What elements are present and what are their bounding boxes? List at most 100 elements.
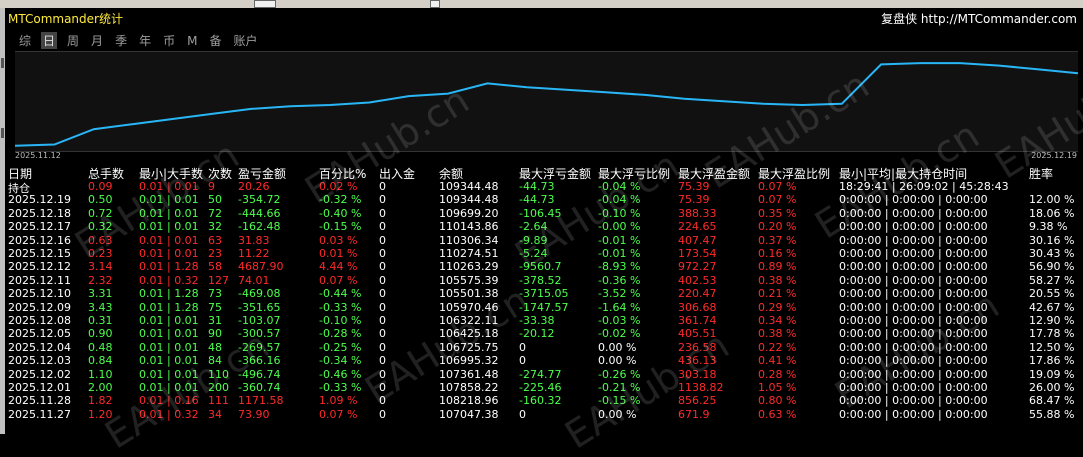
cell-minmax: 0.01 | 0.32 (139, 273, 199, 287)
cell-fpp: 0.35 % (758, 206, 797, 220)
cell-fl: -44.73 (519, 193, 555, 207)
cell-minmax: 0.01 | 1.28 (139, 260, 199, 274)
cell-win: 12.00 % (1029, 193, 1075, 207)
cell-fpp: 0.63 % (758, 407, 797, 421)
cell-minmax: 0.01 | 0.01 (139, 247, 199, 260)
cell-balance: 109344.48 (439, 193, 499, 207)
cell-fl: -5.24 (519, 247, 548, 260)
tab-9[interactable]: 账户 (231, 32, 259, 49)
cell-pnl: -162.48 (238, 220, 281, 234)
cell-count: 90 (208, 327, 222, 341)
cell-fp: 173.54 (678, 247, 717, 260)
cell-win: 30.43 % (1029, 247, 1075, 260)
cell-hold: 0:00:00 | 0:00:00 | 0:00:00 (839, 220, 988, 234)
cell-fp: 75.39 (678, 180, 710, 193)
cell-pnl: -103.07 (238, 314, 281, 327)
cell-pct: -0.32 % (319, 193, 362, 207)
cell-minmax: 0.01 | 0.01 (139, 206, 199, 220)
cell-balance: 108218.96 (439, 394, 499, 408)
cell-fpp: 0.20 % (758, 220, 797, 234)
cell-pct: 4.44 % (319, 260, 358, 274)
cell-count: 72 (208, 206, 222, 220)
cell-hold: 0:00:00 | 0:00:00 | 0:00:00 (839, 247, 988, 260)
cell-count: 48 (208, 340, 222, 354)
cell-fpp: 0.89 % (758, 260, 797, 274)
cell-fp: 1138.82 (678, 381, 724, 394)
cell-fpp: 1.05 % (758, 381, 797, 394)
cell-balance: 110274.51 (439, 247, 499, 260)
cell-lots: 0.09 (88, 180, 113, 193)
cell-deposit: 0 (379, 233, 386, 247)
tab-3[interactable]: 月 (89, 32, 105, 49)
tab-4[interactable]: 季 (113, 32, 129, 49)
cell-pct: -0.10 % (319, 314, 362, 327)
cell-balance: 107047.38 (439, 407, 499, 421)
cell-pnl: -496.74 (238, 367, 281, 381)
cell-fl: -20.12 (519, 327, 555, 341)
cell-date: 2025.12.10 (8, 287, 71, 301)
cell-flp: 0.00 % (598, 354, 637, 368)
toolbar-tab[interactable] (254, 0, 276, 8)
cell-lots: 3.14 (88, 260, 113, 274)
cell-pnl: -366.16 (238, 354, 281, 368)
cell-minmax: 0.01 | 0.01 (139, 354, 199, 368)
cell-minmax: 0.01 | 0.01 (139, 180, 199, 193)
cell-hold: 0:00:00 | 0:00:00 | 0:00:00 (839, 233, 988, 247)
cell-balance: 110263.29 (439, 260, 499, 274)
cell-count: 200 (208, 381, 229, 394)
app-title: MTCommander统计 (8, 12, 123, 26)
cell-flp: 0.00 % (598, 340, 637, 354)
cell-fp: 407.47 (678, 233, 717, 247)
cell-minmax: 0.01 | 0.01 (139, 233, 199, 247)
cell-date: 2025.11.28 (8, 394, 71, 408)
cell-balance: 106995.32 (439, 354, 499, 368)
cell-balance: 105501.38 (439, 287, 499, 301)
cell-fpp: 0.37 % (758, 233, 797, 247)
site-url[interactable]: http://MTCommander.com (921, 12, 1077, 26)
cell-lots: 0.90 (88, 327, 113, 341)
cell-lots: 1.20 (88, 407, 113, 421)
cell-minmax: 0.01 | 0.01 (139, 327, 199, 341)
tab-5[interactable]: 年 (137, 32, 153, 49)
cell-deposit: 0 (379, 220, 386, 234)
cell-hold: 0:00:00 | 0:00:00 | 0:00:00 (839, 367, 988, 381)
cell-date: 2025.12.04 (8, 340, 71, 354)
tab-7[interactable]: M (185, 34, 199, 48)
cell-pct: 1.09 % (319, 394, 358, 408)
tab-0[interactable]: 综 (17, 32, 33, 49)
cell-date: 2025.12.11 (8, 273, 71, 287)
cell-fl: -9560.7 (519, 260, 562, 274)
cell-win: 42.67 % (1029, 300, 1075, 314)
cell-win: 58.27 % (1029, 273, 1075, 287)
stats-panel: MTCommander统计 复盘侠 http://MTCommander.com… (5, 8, 1083, 457)
tab-2[interactable]: 周 (65, 32, 81, 49)
cell-fpp: 0.22 % (758, 340, 797, 354)
cell-balance: 107361.48 (439, 367, 499, 381)
cell-deposit: 0 (379, 273, 386, 287)
tab-8[interactable]: 备 (207, 32, 223, 49)
cell-deposit: 0 (379, 407, 386, 421)
cell-flp: -1.64 % (598, 300, 641, 314)
cell-win: 20.55 % (1029, 287, 1075, 301)
x-axis-start-label: 2025.11.12 (15, 151, 61, 160)
tab-1[interactable]: 日 (41, 32, 58, 49)
toolbar-tab[interactable] (430, 0, 440, 8)
cell-pnl: -351.65 (238, 300, 281, 314)
cell-fpp: 0.21 % (758, 287, 797, 301)
cell-fpp: 0.41 % (758, 354, 797, 368)
cell-count: 58 (208, 260, 222, 274)
cell-balance: 109344.48 (439, 180, 499, 193)
cell-flp: -0.10 % (598, 206, 641, 220)
equity-chart-svg (15, 62, 1078, 147)
site-info[interactable]: 复盘侠 http://MTCommander.com (881, 10, 1077, 27)
cell-fp: 402.53 (678, 273, 717, 287)
tab-6[interactable]: 币 (161, 32, 177, 49)
cell-balance: 106425.18 (439, 327, 499, 341)
cell-fp: 361.74 (678, 314, 717, 327)
cell-date: 2025.12.12 (8, 260, 71, 274)
cell-fl: -44.73 (519, 180, 555, 193)
cell-win: 19.09 % (1029, 367, 1075, 381)
cell-fl: 0 (519, 407, 526, 421)
cell-deposit: 0 (379, 287, 386, 301)
cell-balance: 106725.75 (439, 340, 499, 354)
